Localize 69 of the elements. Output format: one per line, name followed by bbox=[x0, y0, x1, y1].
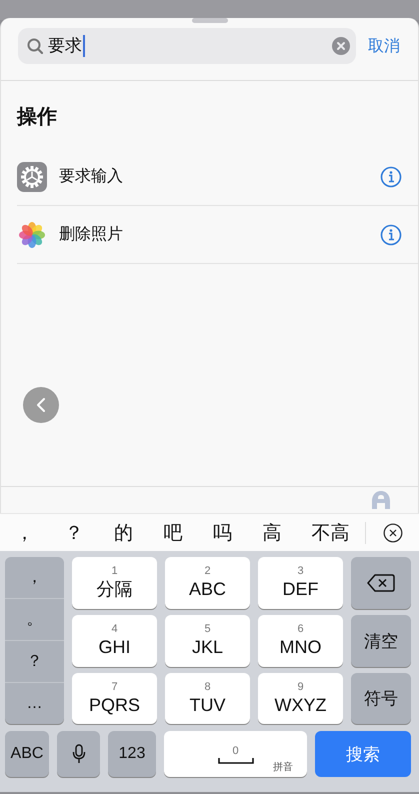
key-letters: TUV bbox=[190, 694, 226, 716]
key-digit: 9 bbox=[297, 680, 304, 692]
punctuation-key[interactable]: 。 bbox=[5, 599, 64, 641]
key-letters: MNO bbox=[280, 636, 322, 659]
key-letters: GHI bbox=[98, 636, 130, 659]
candidate-word[interactable]: 高 bbox=[258, 520, 286, 546]
key-letters: ABC bbox=[188, 578, 226, 601]
letter-key[interactable]: 5 JKL bbox=[165, 615, 250, 667]
key-hint: 拼音 bbox=[273, 760, 293, 774]
info-icon[interactable] bbox=[380, 224, 402, 246]
key-digit: 6 bbox=[297, 623, 304, 635]
key-letters: DEF bbox=[282, 578, 318, 601]
punctuation-key[interactable]: … bbox=[5, 683, 64, 724]
candidate-word[interactable]: ？ bbox=[60, 520, 88, 546]
cancel-button[interactable]: 取消 bbox=[368, 36, 400, 56]
candidate-word[interactable]: ， bbox=[11, 520, 38, 546]
space-key[interactable]: 0 拼音 bbox=[164, 731, 307, 777]
search-key[interactable]: 搜索 bbox=[315, 731, 411, 777]
backspace-icon bbox=[367, 573, 395, 593]
key-digit: 1 bbox=[111, 565, 118, 577]
letter-key[interactable]: 6 MNO bbox=[258, 615, 343, 667]
search-field[interactable]: 要求 bbox=[18, 28, 356, 64]
letter-key[interactable]: 4 GHI bbox=[72, 615, 157, 667]
microphone-icon bbox=[72, 744, 86, 764]
candidate-word[interactable]: 不高 bbox=[308, 520, 354, 546]
key-letters: PQRS bbox=[88, 694, 140, 716]
info-icon[interactable] bbox=[380, 166, 402, 188]
action-row[interactable]: 删除照片 bbox=[17, 205, 418, 263]
letter-key[interactable]: 8 TUV bbox=[165, 673, 250, 724]
key-digit: 7 bbox=[111, 680, 118, 692]
function-key[interactable]: ABC bbox=[5, 731, 49, 777]
chevron-left-icon bbox=[35, 397, 47, 413]
letter-key[interactable]: 1 分隔 bbox=[72, 557, 157, 609]
letter-key[interactable]: 7 PQRS bbox=[72, 673, 157, 724]
sheet-handle[interactable] bbox=[192, 18, 228, 23]
key-digit: 4 bbox=[111, 623, 118, 635]
key-digit: 8 bbox=[204, 680, 211, 692]
section-title: 操作 bbox=[16, 105, 58, 130]
action-row[interactable]: 要求输入 bbox=[17, 148, 418, 205]
gear-icon bbox=[17, 162, 47, 192]
letter-key[interactable]: 9 WXYZ bbox=[258, 673, 343, 724]
key-letters: WXYZ bbox=[274, 694, 326, 716]
mic-key[interactable] bbox=[57, 731, 100, 777]
search-text: 要求 bbox=[48, 35, 85, 57]
flower-icon bbox=[17, 220, 47, 250]
search-icon bbox=[27, 38, 43, 54]
punctuation-key[interactable]: ， bbox=[5, 557, 64, 599]
key-letters: JKL bbox=[192, 636, 224, 659]
close-icon[interactable] bbox=[382, 522, 402, 542]
function-key[interactable]: 123 bbox=[108, 731, 156, 777]
function-key[interactable]: 符号 bbox=[351, 673, 411, 724]
punctuation-key[interactable]: ？ bbox=[5, 641, 64, 683]
key-digit: 3 bbox=[297, 565, 304, 577]
letter-key[interactable]: 2 ABC bbox=[165, 557, 250, 609]
candidate-word[interactable]: 吧 bbox=[159, 520, 186, 546]
action-label: 删除照片 bbox=[59, 224, 124, 245]
space-bar-icon bbox=[218, 756, 254, 764]
letter-key[interactable]: 3 DEF bbox=[258, 557, 343, 609]
function-key[interactable]: 清空 bbox=[351, 615, 411, 667]
key-letters: 分隔 bbox=[96, 578, 132, 601]
action-label: 要求输入 bbox=[59, 166, 124, 187]
key-digit: 0 bbox=[232, 744, 239, 756]
key-digit: 5 bbox=[204, 623, 211, 635]
delete-key[interactable] bbox=[351, 557, 411, 609]
candidate-word[interactable]: 吗 bbox=[208, 520, 236, 546]
candidate-word[interactable]: 的 bbox=[110, 520, 138, 546]
clear-icon[interactable] bbox=[332, 37, 350, 55]
key-digit: 2 bbox=[204, 565, 211, 577]
back-button[interactable] bbox=[23, 387, 59, 423]
